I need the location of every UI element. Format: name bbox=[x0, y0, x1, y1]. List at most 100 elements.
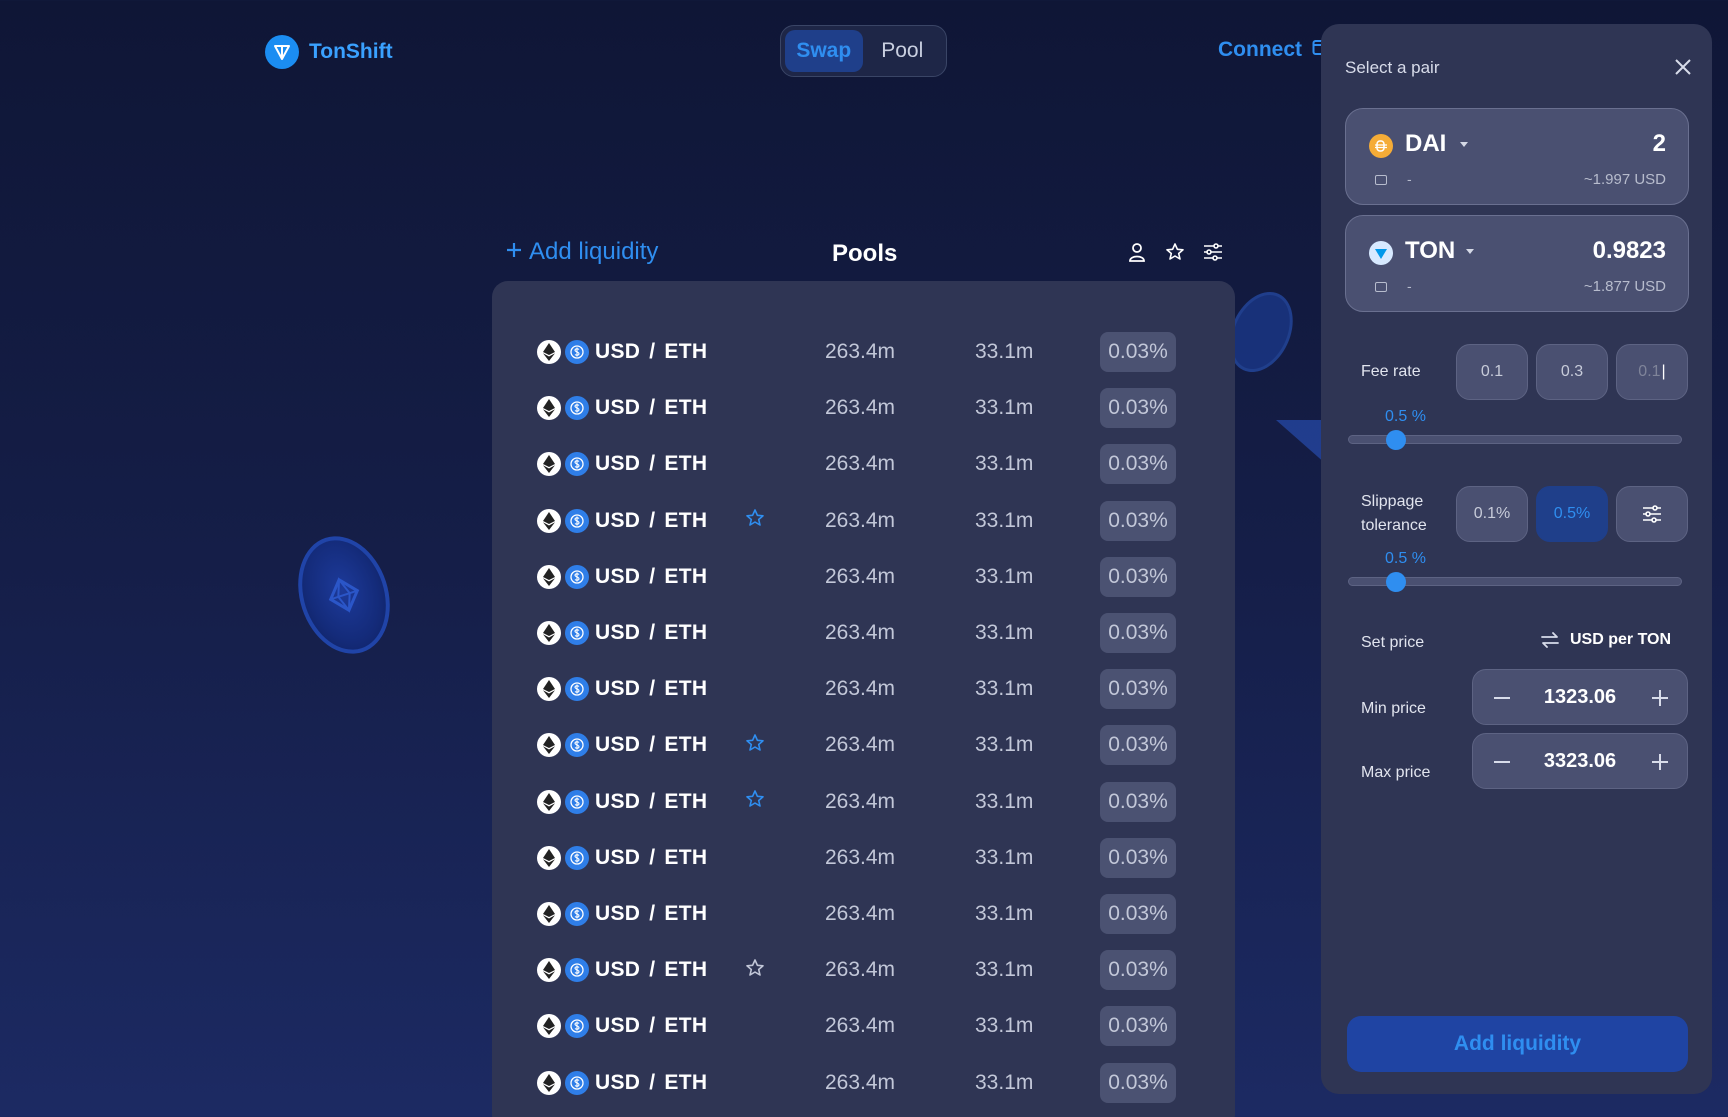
pool-row[interactable]: USD / ETH 263.4m 33.1m 0.03% bbox=[537, 388, 1197, 429]
max-price-increment-button[interactable] bbox=[1649, 751, 1671, 773]
slippage-label-line2: tolerance bbox=[1361, 517, 1427, 534]
fee-rate-slider[interactable] bbox=[1348, 430, 1682, 450]
tab-pool[interactable]: Pool bbox=[863, 30, 943, 72]
slippage-option-0-1[interactable]: 0.1% bbox=[1456, 486, 1528, 542]
pool-row[interactable]: USD / ETH 263.4m 33.1m 0.03% bbox=[537, 894, 1197, 934]
slippage-option-0-5[interactable]: 0.5% bbox=[1536, 486, 1608, 542]
pool-volume: 33.1m bbox=[975, 564, 1034, 588]
pool-row[interactable]: USD / ETH 263.4m 33.1m 0.03% bbox=[537, 669, 1197, 710]
dai-icon bbox=[1369, 134, 1393, 158]
slippage-settings-button[interactable] bbox=[1616, 486, 1688, 542]
pool-row[interactable]: USD / ETH 263.4m 33.1m 0.03% bbox=[537, 613, 1197, 653]
pool-volume: 33.1m bbox=[975, 452, 1034, 476]
price-unit-toggle[interactable]: USD per TON bbox=[1540, 631, 1671, 649]
pair-name: USD / ETH bbox=[595, 1014, 745, 1038]
usdc-icon bbox=[565, 564, 589, 589]
pair-quote: ETH bbox=[664, 508, 708, 532]
eth-icon bbox=[537, 340, 561, 364]
decorative-gem bbox=[1276, 420, 1326, 464]
favorite-star-icon[interactable] bbox=[745, 733, 765, 758]
usdc-icon bbox=[565, 1070, 589, 1095]
eth-icon bbox=[537, 452, 561, 477]
usdc-icon bbox=[565, 452, 589, 477]
close-icon[interactable] bbox=[1672, 56, 1694, 78]
ton-icon bbox=[1369, 241, 1393, 265]
min-price-stepper[interactable]: 1323.06 bbox=[1472, 669, 1688, 725]
pool-row[interactable]: USD / ETH 263.4m 33.1m 0.03% bbox=[537, 725, 1197, 766]
eth-icon bbox=[537, 1070, 561, 1095]
pair-quote: ETH bbox=[664, 789, 708, 813]
token-a-card[interactable]: DAI 2 - ~1.997 USD bbox=[1345, 108, 1689, 205]
pool-fee-badge: 0.03% bbox=[1100, 669, 1176, 710]
eth-icon bbox=[537, 396, 561, 421]
pair-icons bbox=[537, 452, 595, 477]
fee-rate-slider-thumb[interactable] bbox=[1386, 430, 1406, 450]
pool-row[interactable]: USD / ETH 263.4m 33.1m 0.03% bbox=[537, 332, 1197, 372]
token-b-amount[interactable]: 0.9823 bbox=[1593, 237, 1666, 265]
eth-icon bbox=[537, 845, 561, 870]
pair-name: USD / ETH bbox=[595, 958, 745, 982]
pair-separator: / bbox=[649, 621, 656, 644]
pair-separator: / bbox=[649, 845, 656, 869]
eth-icon bbox=[537, 733, 561, 758]
tab-swap[interactable]: Swap bbox=[785, 30, 863, 72]
add-liquidity-link[interactable]: Add liquidity bbox=[505, 238, 658, 266]
pool-fee-badge: 0.03% bbox=[1100, 444, 1176, 485]
pair-quote: ETH bbox=[664, 902, 708, 925]
pair-base: USD bbox=[595, 508, 641, 532]
pair-base: USD bbox=[595, 733, 641, 757]
text-cursor: | bbox=[1661, 363, 1666, 380]
pool-row[interactable]: USD / ETH 263.4m 33.1m 0.03% bbox=[537, 1006, 1197, 1047]
pair-icons bbox=[537, 621, 595, 645]
add-liquidity-button[interactable]: Add liquidity bbox=[1347, 1016, 1688, 1072]
pools-filter-icons bbox=[1127, 242, 1223, 262]
star-filter-icon[interactable] bbox=[1165, 242, 1185, 262]
favorite-star-icon[interactable] bbox=[745, 508, 765, 533]
pair-icons bbox=[537, 845, 595, 870]
pair-separator: / bbox=[649, 677, 656, 701]
max-price-stepper[interactable]: 3323.06 bbox=[1472, 733, 1688, 789]
pool-row[interactable]: USD / ETH 263.4m 33.1m 0.03% bbox=[537, 1062, 1197, 1103]
pair-quote: ETH bbox=[664, 1070, 708, 1094]
pool-volume: 33.1m bbox=[975, 789, 1034, 813]
pool-row[interactable]: USD / ETH 263.4m 33.1m 0.03% bbox=[537, 444, 1197, 485]
pool-volume: 33.1m bbox=[975, 340, 1034, 363]
slippage-slider-value: 0.5 % bbox=[1385, 550, 1426, 567]
pair-name: USD / ETH bbox=[595, 396, 745, 420]
min-price-increment-button[interactable] bbox=[1649, 687, 1671, 709]
slippage-slider[interactable] bbox=[1348, 572, 1682, 592]
favorite-star-icon[interactable] bbox=[745, 789, 765, 814]
pool-volume: 33.1m bbox=[975, 677, 1034, 701]
logo[interactable]: TonShift bbox=[265, 35, 393, 69]
token-b-card[interactable]: TON 0.9823 - ~1.877 USD bbox=[1345, 215, 1689, 312]
fee-rate-custom-input[interactable]: 0.1 | bbox=[1616, 344, 1688, 400]
usdc-icon bbox=[565, 902, 589, 926]
pool-fee-badge: 0.03% bbox=[1100, 837, 1176, 878]
settings-sliders-icon bbox=[1643, 505, 1661, 523]
pair-separator: / bbox=[649, 452, 656, 476]
token-a-usd: ~1.997 USD bbox=[1583, 171, 1666, 188]
pool-tvl: 263.4m bbox=[825, 396, 896, 420]
pool-row[interactable]: USD / ETH 263.4m 33.1m 0.03% bbox=[537, 837, 1197, 878]
settings-sliders-icon[interactable] bbox=[1203, 242, 1223, 262]
pool-row[interactable]: USD / ETH 263.4m 33.1m 0.03% bbox=[537, 781, 1197, 822]
pool-fee-badge: 0.03% bbox=[1100, 1006, 1176, 1047]
pool-row[interactable]: USD / ETH 263.4m 33.1m 0.03% bbox=[537, 950, 1197, 991]
connect-wallet-button[interactable]: Connect bbox=[1218, 38, 1332, 62]
pair-quote: ETH bbox=[664, 845, 708, 869]
pool-row[interactable]: USD / ETH 263.4m 33.1m 0.03% bbox=[537, 556, 1197, 597]
pair-separator: / bbox=[649, 340, 656, 363]
pair-separator: / bbox=[649, 902, 656, 925]
pair-quote: ETH bbox=[664, 340, 708, 363]
pool-fee-badge: 0.03% bbox=[1100, 332, 1176, 372]
fee-rate-option-0-1[interactable]: 0.1 bbox=[1456, 344, 1528, 400]
fee-rate-option-0-3[interactable]: 0.3 bbox=[1536, 344, 1608, 400]
slippage-slider-thumb[interactable] bbox=[1386, 572, 1406, 592]
user-icon[interactable] bbox=[1127, 242, 1147, 262]
pair-name: USD / ETH bbox=[595, 790, 745, 814]
pair-name: USD / ETH bbox=[595, 733, 745, 757]
token-a-amount[interactable]: 2 bbox=[1653, 130, 1666, 158]
pool-row[interactable]: USD / ETH 263.4m 33.1m 0.03% bbox=[537, 500, 1197, 541]
favorite-star-icon[interactable] bbox=[745, 958, 765, 983]
pool-tvl: 263.4m bbox=[825, 677, 896, 701]
